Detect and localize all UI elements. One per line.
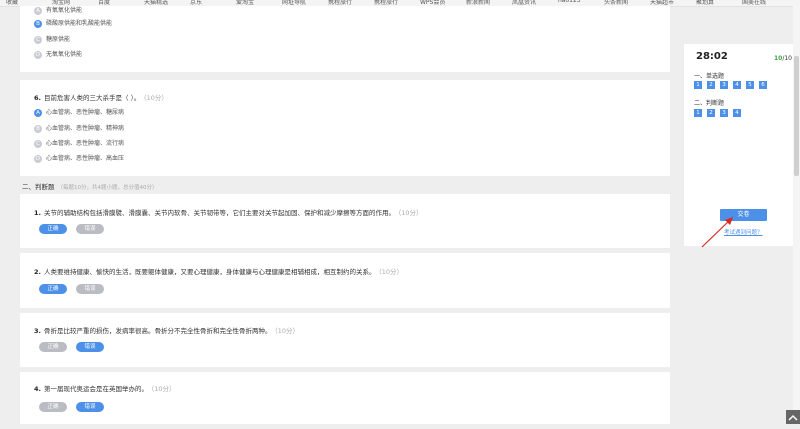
option-d[interactable]: D 无氧氧化供能 [34,50,82,59]
option-a[interactable]: A 心血管病、恶性肿瘤、糖尿病 [34,108,124,117]
option-letter-circle: D [34,154,42,163]
question-card-6: 6. 目前危害人类的三大杀手是（ ）。 （10分） A 心血管病、恶性肿瘤、糖尿病 B… [20,80,670,176]
nav-number-tf-1[interactable]: 1 [694,109,702,117]
option-letter-circle: C [34,35,42,44]
question-score: （10分） [143,94,168,102]
question-title: 1. 关节的辅助结构包括滑膜襞、滑膜囊、关节内软骨、关节韧带等，它们主要对关节起加… [34,207,423,217]
question-score: （10分） [151,385,176,393]
true-button[interactable]: 正确 [39,342,67,352]
option-letter-circle: C [34,139,42,148]
option-text: 心血管病、恶性肿瘤、流行病 [46,140,125,147]
question-score: （10分） [398,209,423,217]
option-c[interactable]: C 糖原供能 [34,35,70,44]
question-title: 3. 骨折是比较严重的损伤，发病率很高。骨折分不完全性骨折和完全性骨折两种。 （10… [34,325,299,335]
option-text: 心血管病、恶性肿瘤、糖尿病 [46,109,125,116]
question-number: 2. [34,268,41,276]
group-label-true-false: 二、判断题 [694,100,725,107]
bookmark-item[interactable]: hao123 [558,0,581,4]
question-number: 1. [34,209,41,217]
option-letter-circle: A [34,108,42,117]
true-button[interactable]: 正确 [39,284,67,294]
false-button[interactable]: 错误 [76,402,104,412]
nav-number-single-3[interactable]: 3 [720,81,728,89]
option-b[interactable]: B 磷酸原供能和乳酸能供能 [34,19,112,28]
section-title: 二、判断题 [22,183,55,191]
question-text: 人类要维持健康、愉快的生活，既要躯体健康，又要心理健康，身体健康与心理健康是相辅… [44,268,376,276]
nav-number-single-1[interactable]: 1 [694,81,702,89]
option-letter-circle: D [34,50,42,59]
bookmark-item[interactable]: 收藏 [6,0,18,6]
nav-number-single-5[interactable]: 5 [746,81,754,89]
question-text: 骨折是比较严重的损伤，发病率很高。骨折分不完全性骨折和完全性骨折两种。 [44,327,272,335]
countdown-timer: 28:02 [696,51,728,62]
question-card-tf-2: 2. 人类要维持健康、愉快的生活，既要躯体健康，又要心理健康，身体健康与心理健康是… [20,253,670,308]
option-letter-circle: B [34,124,42,133]
question-text: 第一届现代奥运会是在英国举办的。 [44,385,148,393]
nav-number-single-4[interactable]: 4 [733,81,741,89]
question-number: 3. [34,327,41,335]
true-button[interactable]: 正确 [39,224,67,234]
question-card-5: A 有氧氧化供能 B 磷酸原供能和乳酸能供能 C 糖原供能 D 无氧氧化供能 [20,6,670,72]
option-c[interactable]: C 心血管病、恶性肿瘤、流行病 [34,139,124,148]
option-text: 磷酸原供能和乳酸能供能 [46,20,113,27]
false-button[interactable]: 错误 [76,284,104,294]
option-text: 糖原供能 [46,36,71,43]
scrollbar-thumb[interactable] [794,56,799,176]
arrow-annotation-icon [701,217,733,248]
false-button[interactable]: 错误 [76,342,104,352]
question-card-tf-4: 4. 第一届现代奥运会是在英国举办的。 （10分） 正确 错误 [20,372,670,424]
total-count: 10 [784,55,792,62]
option-text: 心血管病、恶性肿瘤、精神病 [46,125,125,132]
option-b[interactable]: B 心血管病、恶性肿瘤、精神病 [34,124,124,133]
nav-number-single-6[interactable]: 6 [759,81,767,89]
option-text: 无氧氧化供能 [46,51,83,58]
progress-count: 10/10 [774,55,792,62]
nav-number-tf-3[interactable]: 3 [720,109,728,117]
question-card-tf-3: 3. 骨折是比较严重的损伤，发病率很高。骨折分不完全性骨折和完全性骨折两种。 （10… [20,313,670,367]
nav-number-tf-4[interactable]: 4 [733,109,741,117]
bookmark-item[interactable]: 聚划算 [696,0,714,6]
page-scrollbar[interactable] [793,6,800,410]
question-text: 关节的辅助结构包括滑膜襞、滑膜囊、关节内软骨、关节韧带等，它们主要对关节起加固、… [44,209,395,217]
section-heading-true-false: 二、判断题 （每题10分，共4题小题，总分值40分） [22,181,158,191]
nav-number-single-2[interactable]: 2 [707,81,715,89]
false-button[interactable]: 错误 [76,224,104,234]
question-score: （10分） [378,268,404,276]
question-title: 4. 第一届现代奥运会是在英国举办的。 （10分） [34,383,176,393]
question-score: （10分） [274,327,300,335]
question-card-tf-1: 1. 关节的辅助结构包括滑膜襞、滑膜囊、关节内软骨、关节韧带等，它们主要对关节起加… [20,194,670,248]
back-to-top-icon [788,414,798,421]
section-meta: （每题10分，共4题小题，总分值40分） [57,185,158,191]
option-letter-circle: A [34,6,42,15]
question-number: 6. [34,94,41,102]
back-to-top-button[interactable] [786,410,800,424]
option-text: 有氧氧化供能 [46,7,83,14]
option-text: 心血管病、恶性肿瘤、高血压 [46,155,125,162]
question-title: 2. 人类要维持健康、愉快的生活，既要躯体健康，又要心理健康，身体健康与心理健康是… [34,266,403,276]
question-title: 6. 目前危害人类的三大杀手是（ ）。 （10分） [34,92,168,102]
question-text: 目前危害人类的三大杀手是（ ）。 [44,94,141,102]
question-number: 4. [34,385,41,393]
option-d[interactable]: D 心血管病、恶性肿瘤、高血压 [34,154,124,163]
option-letter-circle: B [34,19,42,28]
option-a[interactable]: A 有氧氧化供能 [34,6,82,15]
true-button[interactable]: 正确 [39,402,67,412]
nav-number-tf-2[interactable]: 2 [707,109,715,117]
bookmark-item[interactable]: 国美在线 [742,0,766,6]
group-label-single-choice: 一、单选题 [694,73,725,80]
